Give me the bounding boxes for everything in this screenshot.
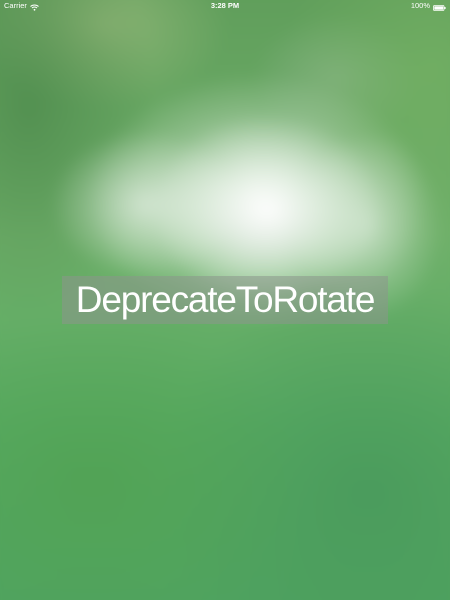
battery-group: 100% [411,0,446,12]
status-bar: Carrier 3:28 PM 100% [0,0,450,12]
clock: 3:28 PM [210,1,240,10]
battery-percent: 100% [410,1,430,10]
battery-icon [433,3,446,11]
title-banner: DeprecateToRotate [62,276,388,324]
page-title: DeprecateToRotate [75,279,376,320]
app-screen: Carrier 3:28 PM 100% DeprecateToRotate [0,0,450,600]
